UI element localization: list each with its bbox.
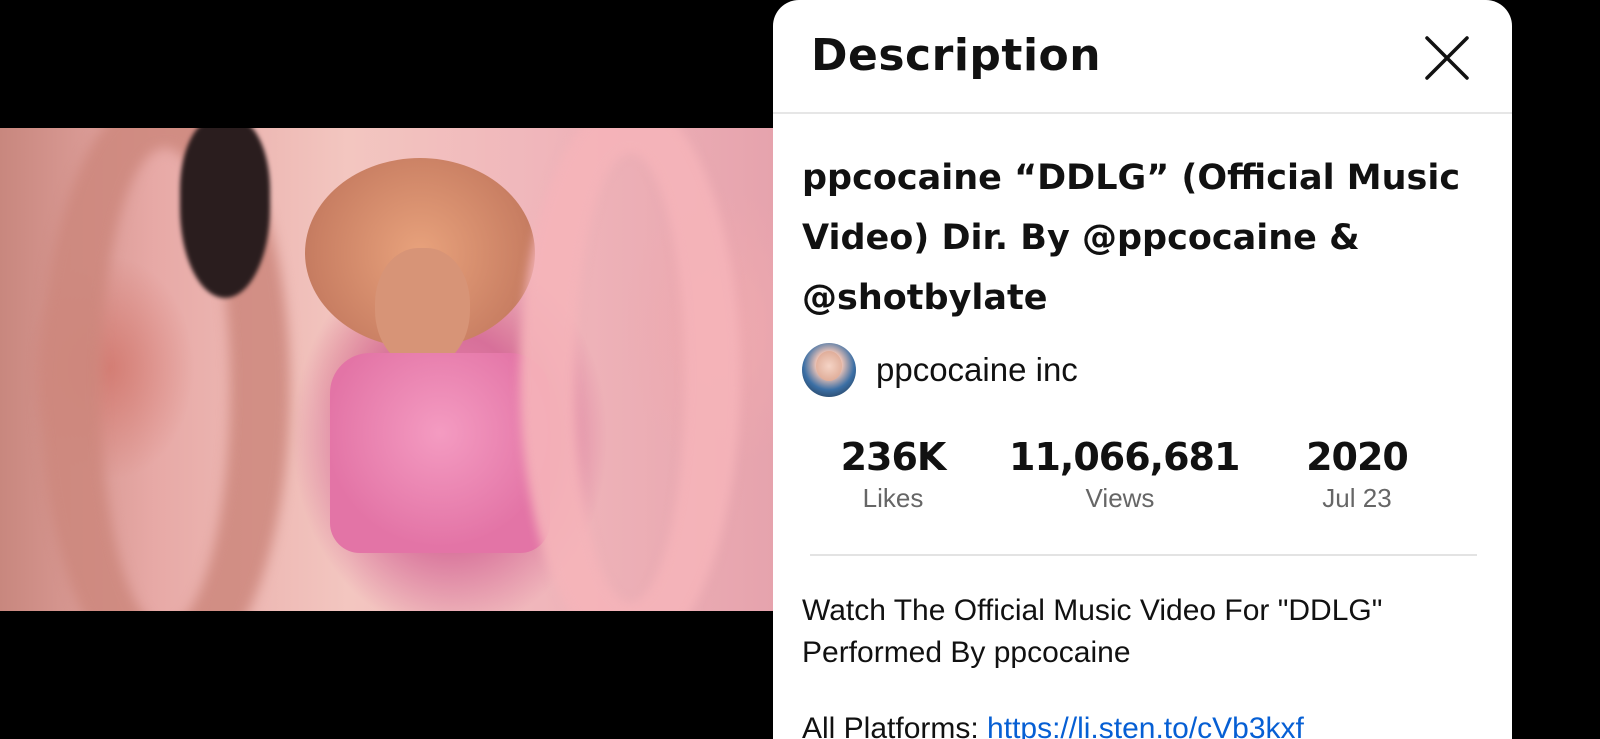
publish-year: 2020 [1306,435,1409,479]
likes-label: Likes [862,483,924,513]
views-count: 11,066,681 [1009,435,1240,479]
platforms-link[interactable]: https://li.sten.to/cVb3kxf [987,712,1304,739]
video-title: ppcocaine “DDLG” (Official Music Video) … [802,158,1461,318]
close-icon [1425,36,1469,80]
video-stats: 236K Likes 11,066,681 Views 2020 Jul 23 [773,435,1512,515]
platforms-line: All Platforms: https://li.sten.to/cVb3kx… [802,712,1304,739]
video-frame-outfit [330,353,550,553]
likes-count: 236K [840,435,947,479]
description-text: Watch The Official Music Video For "DDLG… [802,594,1383,669]
platforms-label: All Platforms: [802,712,988,739]
avatar[interactable] [802,343,856,397]
publish-date: Jul 23 [1322,483,1392,513]
stat-views: 11,066,681 Views [1009,435,1240,514]
panel-title: Description [811,30,1102,81]
video-player[interactable] [0,128,773,611]
video-frame-mirror-right [520,128,740,611]
description-panel: Description ppcocaine “DDLG” (Official M… [773,0,1512,739]
channel-row[interactable]: ppcocaine inc [802,343,1078,397]
channel-name[interactable]: ppcocaine inc [876,351,1078,389]
divider [810,554,1477,556]
stat-likes: 236K Likes [821,435,965,514]
stat-date: 2020 Jul 23 [1285,435,1429,514]
panel-header: Description [773,0,1512,114]
close-button[interactable] [1423,34,1471,82]
video-frame-face [375,248,470,368]
views-label: Views [1085,483,1155,513]
